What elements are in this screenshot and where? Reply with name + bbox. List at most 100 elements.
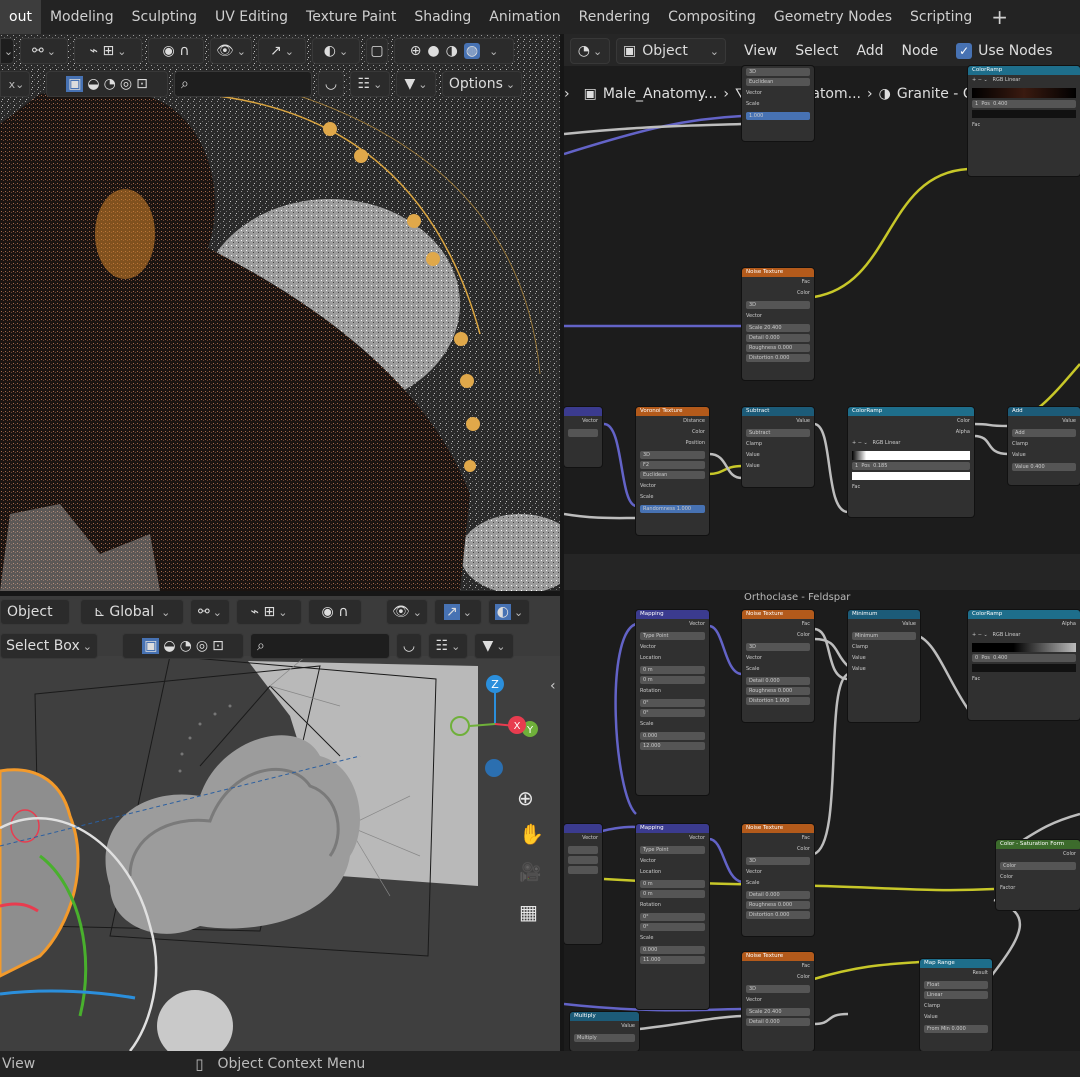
node-field[interactable]: Type Point — [640, 846, 705, 854]
node-field[interactable]: Multiply — [574, 1034, 635, 1042]
proportional-edit-button[interactable]: ◉ ∩ — [148, 38, 204, 64]
node-field[interactable] — [568, 866, 598, 874]
tab-scripting[interactable]: Scripting — [901, 0, 981, 34]
vertical-area-divider[interactable] — [560, 34, 564, 1051]
node-voronoi-texture[interactable]: Voronoi Texture Distance Color Position … — [636, 407, 709, 535]
node-map-range[interactable]: Map Range Result Float Linear Clamp Valu… — [920, 959, 992, 1051]
colorramp-swatch[interactable] — [852, 472, 970, 480]
options-dropdown[interactable]: Options ⌄ — [442, 71, 522, 97]
breadcrumb-object[interactable]: Male_Anatomy... — [603, 86, 718, 102]
select-intersect-icon[interactable]: ⊡ — [136, 76, 148, 92]
node-field[interactable]: 1 Pos 0.400 — [972, 100, 1076, 108]
orientation-dropdown[interactable]: ⊾ Global ⌄ — [80, 599, 184, 625]
node-partial-left[interactable]: Vector — [564, 407, 602, 467]
node-field[interactable]: 0 m — [640, 666, 705, 674]
colorramp-swatch[interactable] — [972, 664, 1076, 672]
xray-toggle-button[interactable]: ▢ — [366, 38, 388, 64]
node-field[interactable]: 3D — [746, 857, 810, 865]
solid-shading-icon[interactable]: ● — [427, 43, 439, 59]
render-viewport[interactable]: ⌄ ⚯ ⌄ ⌁ ⊞ ⌄ ◉ ∩ 👁 ⌄ ↗ ⌄ ◐ ⌄ ▢ ⊕ ● ◑ ◍ ⌄ x⌄ ▣ … — [0, 34, 560, 591]
visibility-button-2[interactable]: 👁 ⌄ — [386, 599, 428, 625]
node-field[interactable]: 0° — [640, 923, 705, 931]
node-field[interactable]: 0.000 — [640, 732, 705, 740]
sidebar-toggle-icon[interactable]: ‹ — [550, 678, 556, 694]
snap-button[interactable]: ⌁ ⊞ ⌄ — [74, 38, 142, 64]
node-minimum[interactable]: Minimum Value Minimum Clamp Value Value — [848, 610, 920, 722]
colorramp-swatch[interactable] — [972, 110, 1076, 118]
node-field[interactable]: Linear — [924, 991, 988, 999]
node-mapping-2[interactable]: Mapping Vector Type Point Vector Locatio… — [636, 824, 709, 1009]
select-subtract-icon[interactable]: ◔ — [180, 638, 192, 654]
wireframe-shading-icon[interactable]: ⊕ — [410, 43, 422, 59]
add-workspace-plus-icon[interactable]: + — [981, 5, 1018, 29]
node-noise-texture-4[interactable]: Noise Texture Fac Color 3D Vector Scale … — [742, 952, 814, 1051]
tab-texture-paint[interactable]: Texture Paint — [297, 0, 405, 34]
camera-icon[interactable]: 🎥 — [519, 862, 541, 883]
node-field[interactable]: 0 m — [640, 676, 705, 684]
tab-layout[interactable]: out — [0, 0, 41, 34]
node-field[interactable]: 3D — [746, 301, 810, 309]
tab-rendering[interactable]: Rendering — [570, 0, 660, 34]
node-field[interactable]: 3D — [746, 68, 810, 76]
node-colorramp-mid[interactable]: ColorRamp Color Alpha + − ⌄ RGB Linear 1… — [848, 407, 974, 517]
node-field[interactable]: 3D — [746, 985, 810, 993]
select-new-icon[interactable]: ▣ — [66, 76, 84, 92]
node-socket-label[interactable]: Clamp — [1008, 439, 1080, 450]
grid-icon[interactable]: ▦ — [519, 900, 538, 924]
node-field[interactable]: 0° — [640, 709, 705, 717]
node-socket-label[interactable]: Clamp — [742, 439, 814, 450]
material-shading-icon[interactable]: ◑ — [446, 43, 458, 59]
tab-sculpting[interactable]: Sculpting — [123, 0, 206, 34]
search-field-2[interactable]: ⌕ — [250, 633, 390, 659]
proportional-edit-button-2[interactable]: ◉ ∩ — [308, 599, 362, 625]
node-field[interactable]: Scale 20.400 — [746, 324, 810, 332]
view-layer-button-2[interactable]: ☷ ⌄ — [428, 633, 468, 659]
node-field[interactable]: Roughness 0.000 — [746, 901, 810, 909]
node-colorramp-lower[interactable]: ColorRamp Alpha + − ⌄ RGB Linear 0 Pos 0… — [968, 610, 1080, 720]
node-add[interactable]: Add Value Add Clamp Value Value 0.400 — [1008, 407, 1080, 485]
tab-uv-editing[interactable]: UV Editing — [206, 0, 297, 34]
node-field[interactable]: Distortion 0.000 — [746, 911, 810, 919]
node-field[interactable]: 0.000 — [640, 946, 705, 954]
node-field[interactable]: Subtract — [746, 429, 810, 437]
select-mode-dropdown[interactable]: x⌄ — [0, 71, 30, 97]
node-socket-label[interactable]: Clamp — [920, 1001, 992, 1012]
tab-geometry-nodes[interactable]: Geometry Nodes — [765, 0, 901, 34]
node-partial-left-2[interactable]: Vector — [564, 824, 602, 944]
node-socket-label[interactable]: Clamp — [848, 642, 920, 653]
colorramp-gradient[interactable] — [852, 451, 970, 460]
overlays-button[interactable]: ◐ ⌄ — [312, 38, 360, 64]
node-field[interactable]: 0° — [640, 913, 705, 921]
node-field[interactable]: Float — [924, 981, 988, 989]
node-field[interactable]: Randomness 1.000 — [640, 505, 705, 513]
select-box-dropdown[interactable]: Select Box ⌄ — [0, 633, 98, 659]
node-field[interactable]: Minimum — [852, 632, 916, 640]
gizmo-toggle-button[interactable]: ↗ ⌄ — [258, 38, 306, 64]
node-field[interactable]: 3D — [640, 451, 705, 459]
gizmo-toggle-button-2[interactable]: ↗ ⌄ — [434, 599, 482, 625]
node-field[interactable]: 3D — [746, 643, 810, 651]
tab-modeling[interactable]: Modeling — [41, 0, 123, 34]
navigation-gizmo[interactable]: Z Y X — [440, 666, 540, 786]
node-field[interactable]: Euclidean — [746, 78, 810, 86]
node-field[interactable]: 0 m — [640, 880, 705, 888]
node-field[interactable]: Distortion 0.000 — [746, 354, 810, 362]
node-field[interactable]: Type Point — [640, 632, 705, 640]
gizmo-neg-z-axis[interactable] — [485, 759, 503, 777]
hand-pan-icon[interactable]: ✋ — [519, 822, 544, 846]
node-noise-top[interactable]: 3D Euclidean Vector Scale 1.000 — [742, 66, 814, 141]
filter-toggle-button-2[interactable]: ◡ — [396, 633, 422, 659]
select-new-icon[interactable]: ▣ — [142, 638, 160, 654]
node-field[interactable]: Color — [1000, 862, 1076, 870]
node-field[interactable]: 1.000 — [746, 112, 810, 120]
pivot-button[interactable]: ⚯ ⌄ — [190, 599, 230, 625]
node-field[interactable]: Roughness 0.000 — [746, 344, 810, 352]
view-layer-button[interactable]: ☷ ⌄ — [350, 71, 390, 97]
node-field[interactable]: Detail 0.000 — [746, 334, 810, 342]
node-noise-texture[interactable]: Noise Texture Fac Color 3D Vector Scale … — [742, 268, 814, 380]
node-field[interactable] — [568, 856, 598, 864]
node-noise-texture-3[interactable]: Noise Texture Fac Color 3D Vector Scale … — [742, 824, 814, 936]
node-field[interactable] — [568, 846, 598, 854]
node-field[interactable]: Detail 0.000 — [746, 677, 810, 685]
colorramp-controls[interactable]: + − ⌄ RGB Linear — [968, 630, 1080, 641]
